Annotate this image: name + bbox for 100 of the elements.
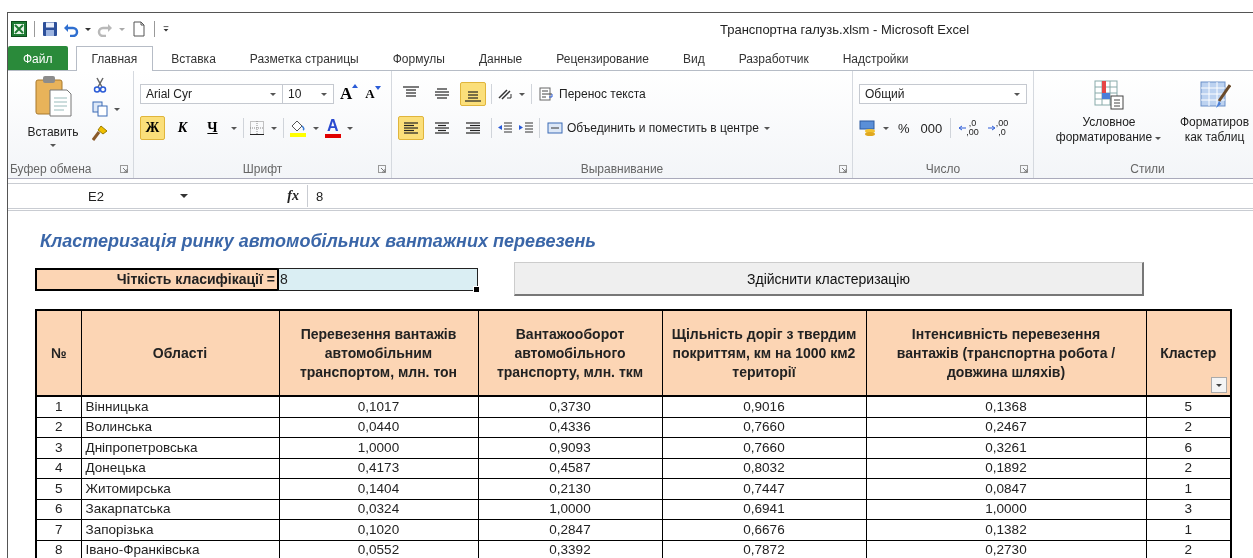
wrap-text-button[interactable]: Перенос текста (537, 86, 648, 102)
table-cell: 0,1020 (279, 519, 478, 540)
table-cell: Дніпропетровська (81, 437, 279, 458)
font-style-button[interactable]: Ж (140, 116, 165, 140)
customize-menu-icon[interactable] (162, 25, 170, 33)
table-cell: 0,7447 (662, 478, 866, 499)
ribbon-tab[interactable]: Разработчик (722, 46, 825, 70)
table-cell: 6 (36, 499, 81, 520)
cluster-button[interactable]: Здійснити кластеризацію (514, 262, 1144, 296)
spreadsheet-app-icon[interactable] (11, 21, 27, 37)
formula-field[interactable]: 8 (308, 188, 324, 204)
shrink-font-button[interactable]: A (364, 86, 382, 102)
input-label: Чіткість класифікації = (35, 267, 277, 291)
filter-dropdown-icon[interactable] (1211, 377, 1227, 393)
increase-indent-icon[interactable] (518, 120, 534, 136)
ribbon-tab[interactable]: Данные (462, 46, 539, 70)
table-cell: 0,3730 (478, 396, 662, 417)
ribbon-tab[interactable]: Надстройки (826, 46, 925, 70)
decrease-decimal-button[interactable]: ,00 ,0 (985, 119, 1011, 137)
table-brush-icon (1198, 79, 1231, 111)
ribbon-tab[interactable]: Формулы (376, 46, 461, 70)
dialog-launcher-icon[interactable] (120, 165, 128, 173)
dialog-launcher-icon[interactable] (378, 165, 386, 173)
merge-center-button[interactable]: Объединить и поместить в центре (545, 120, 773, 136)
caret-icon[interactable] (312, 124, 320, 132)
dialog-launcher-icon[interactable] (839, 165, 847, 173)
caret-icon[interactable] (270, 124, 278, 132)
thousands-separator-button[interactable]: 000 (917, 120, 946, 136)
copy-icon[interactable] (92, 101, 108, 117)
column-header: Інтенсивність перевезення вантажів (транспортна робота / довжина шляхів) (866, 310, 1146, 396)
insert-function-button[interactable]: fx (287, 188, 299, 204)
merge-cells-icon (547, 120, 563, 136)
caret-icon (320, 90, 328, 98)
column-header: № (36, 310, 81, 396)
table-cell: 1,0000 (279, 437, 478, 458)
table-cell: 0,1382 (866, 519, 1146, 540)
font-size-field[interactable]: 10 (282, 84, 334, 104)
down-triangle-icon (374, 86, 381, 90)
arrow-icon (987, 125, 996, 131)
ribbon-tab[interactable]: Вставка (155, 46, 232, 70)
group-label: Выравнивание (580, 162, 664, 176)
table-cell: 1 (36, 396, 81, 417)
cut-icon[interactable] (92, 77, 108, 93)
input-field[interactable]: 8 (277, 267, 478, 291)
font-style-button[interactable]: К (170, 116, 195, 140)
ribbon-tab[interactable]: Файл (8, 46, 68, 70)
align-lines-icon (434, 86, 450, 102)
caret-icon (49, 141, 57, 149)
table-cell: 0,4336 (478, 417, 662, 438)
increase-decimal-button[interactable]: ,0 ,00 (956, 119, 981, 137)
font-name-field[interactable]: Arial Cyr (140, 84, 283, 104)
paste-button[interactable]: Вставить (18, 75, 88, 160)
decrease-indent-icon[interactable] (497, 120, 513, 136)
wrap-text-icon (539, 86, 555, 102)
column-header: Вантажооборот автомобільного транспорту, млн. ткм (478, 310, 662, 396)
column-header: Області (81, 310, 279, 396)
table-cell: 7 (36, 519, 81, 540)
table-cell: Вінницька (81, 396, 279, 417)
table-cell: 0,6676 (662, 519, 866, 540)
borders-icon[interactable] (249, 120, 265, 136)
table-cell: 0,4587 (478, 458, 662, 479)
number-format-field[interactable]: Общий (859, 84, 1027, 104)
horizontal-align-button[interactable] (398, 116, 424, 140)
caret-icon[interactable] (518, 90, 526, 98)
format-as-table-button[interactable]: Форматиров как таблиц (1174, 75, 1253, 160)
caret-icon[interactable] (345, 124, 354, 132)
table-cell: 0,7660 (662, 417, 866, 438)
table-cell: Закарпатська (81, 499, 279, 520)
grow-font-button[interactable]: A (339, 84, 360, 104)
table-cell: 0,8032 (662, 458, 866, 479)
group-label: Шрифт (242, 162, 283, 176)
dialog-launcher-icon[interactable] (1020, 165, 1028, 173)
ribbon-tab[interactable]: Главная (75, 46, 154, 71)
table-cell: 0,2847 (478, 519, 662, 540)
ribbon-tab[interactable]: Вид (666, 46, 721, 70)
group-label: Число (925, 162, 961, 176)
caret-icon[interactable] (882, 124, 890, 132)
text-orientation-icon[interactable] (497, 86, 513, 102)
format-painter-icon[interactable] (92, 125, 108, 141)
new-document-icon[interactable] (131, 21, 147, 37)
name-box[interactable]: E2 (8, 188, 198, 204)
table-cell: 1,0000 (866, 499, 1146, 520)
vertical-align-button[interactable] (460, 82, 486, 106)
caret-icon[interactable] (84, 25, 92, 33)
conditional-formatting-button[interactable]: Условное форматирование (1044, 75, 1174, 160)
ribbon-tab[interactable]: Разметка страницы (233, 46, 375, 70)
caret-icon[interactable] (230, 124, 238, 132)
highlighted-grid-icon (1093, 79, 1125, 111)
caret-icon (1013, 90, 1021, 98)
currency-icon[interactable] (859, 119, 877, 137)
table-cell: 1,0000 (478, 499, 662, 520)
fill-color-icon[interactable] (289, 119, 307, 137)
table-cell: Донецька (81, 458, 279, 479)
save-icon[interactable] (42, 21, 58, 37)
percent-button[interactable]: % (895, 120, 913, 136)
font-style-button[interactable]: Ч (200, 116, 225, 140)
font-color-button[interactable]: A (325, 118, 341, 138)
group-label: Буфер обмена (10, 162, 92, 176)
caret-icon[interactable] (113, 105, 121, 113)
ribbon-tab[interactable]: Рецензирование (540, 46, 665, 70)
